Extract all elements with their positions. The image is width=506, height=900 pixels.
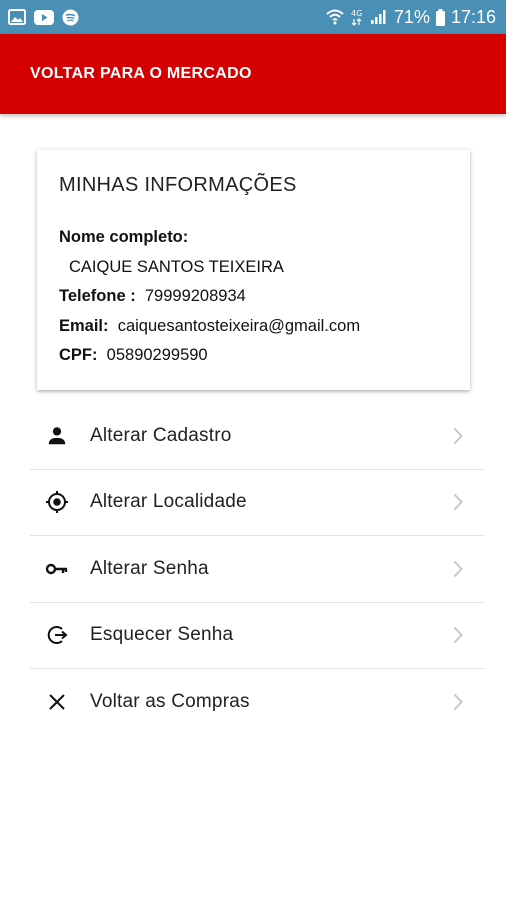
chevron-right-icon [453,560,463,578]
menu-item-label: Alterar Senha [90,557,209,579]
card-title: MINHAS INFORMAÇÕES [59,174,297,196]
phone-row: Telefone : 79999208934 [59,282,448,312]
email-label: Email: [59,316,109,335]
youtube-icon [34,9,54,25]
spotify-icon [62,9,79,26]
status-bar-right: 4G 71% 17:16 [326,7,496,28]
gallery-icon [8,9,26,25]
settings-menu: Alterar Cadastro Alterar Localidade Alte… [30,403,485,736]
person-icon [44,423,70,449]
chevron-right-icon [453,693,463,711]
cpf-value: 05890299590 [106,346,208,364]
email-row: Email: caiquesantosteixeira@gmail.com [59,312,448,342]
battery-percent: 71% [393,6,430,27]
back-to-market-link[interactable]: VOLTAR PARA O MERCADO [30,65,252,83]
chevron-right-icon [453,626,463,644]
menu-item-voltar-as-compras[interactable]: Voltar as Compras [30,669,485,736]
menu-item-label: Alterar Localidade [90,491,247,513]
menu-item-esquecer-senha[interactable]: Esquecer Senha [30,603,485,669]
4g-icon: 4G [350,8,364,26]
phone-label: Telefone : [59,287,136,305]
wifi-icon [326,9,344,25]
menu-item-label: Alterar Cadastro [90,424,232,446]
menu-item-label: Esquecer Senha [90,624,234,646]
chevron-right-icon [453,427,463,445]
status-time: 17:16 [450,6,496,27]
logout-icon [44,622,70,648]
name-value: CAIQUE SANTOS TEIXEIRA [69,257,284,276]
close-icon [44,689,70,715]
svg-text:4G: 4G [351,9,362,18]
phone-value: 79999208934 [144,287,246,305]
name-label: Nome completo: [59,228,189,246]
app-bar: VOLTAR PARA O MERCADO [0,34,506,114]
location-target-icon [44,489,70,515]
menu-item-alterar-cadastro[interactable]: Alterar Cadastro [30,403,485,470]
status-bar: 4G 71% 17:16 [0,0,506,34]
menu-item-alterar-localidade[interactable]: Alterar Localidade [30,470,485,536]
name-value-row: CAIQUE SANTOS TEIXEIRA [59,253,448,283]
email-value: caiquesantosteixeira@gmail.com [117,316,361,335]
signal-icon [370,9,388,25]
cpf-row: CPF: 05890299590 [59,341,448,371]
menu-item-label: Voltar as Compras [90,691,250,713]
name-row: Nome completo: [59,223,448,253]
key-icon [44,556,70,582]
cpf-label: CPF: [59,346,98,364]
battery-icon [435,8,445,26]
status-bar-left [8,9,79,26]
menu-item-alterar-senha[interactable]: Alterar Senha [30,536,485,603]
chevron-right-icon [453,493,463,511]
info-card: MINHAS INFORMAÇÕES Nome completo: CAIQUE… [37,150,470,390]
